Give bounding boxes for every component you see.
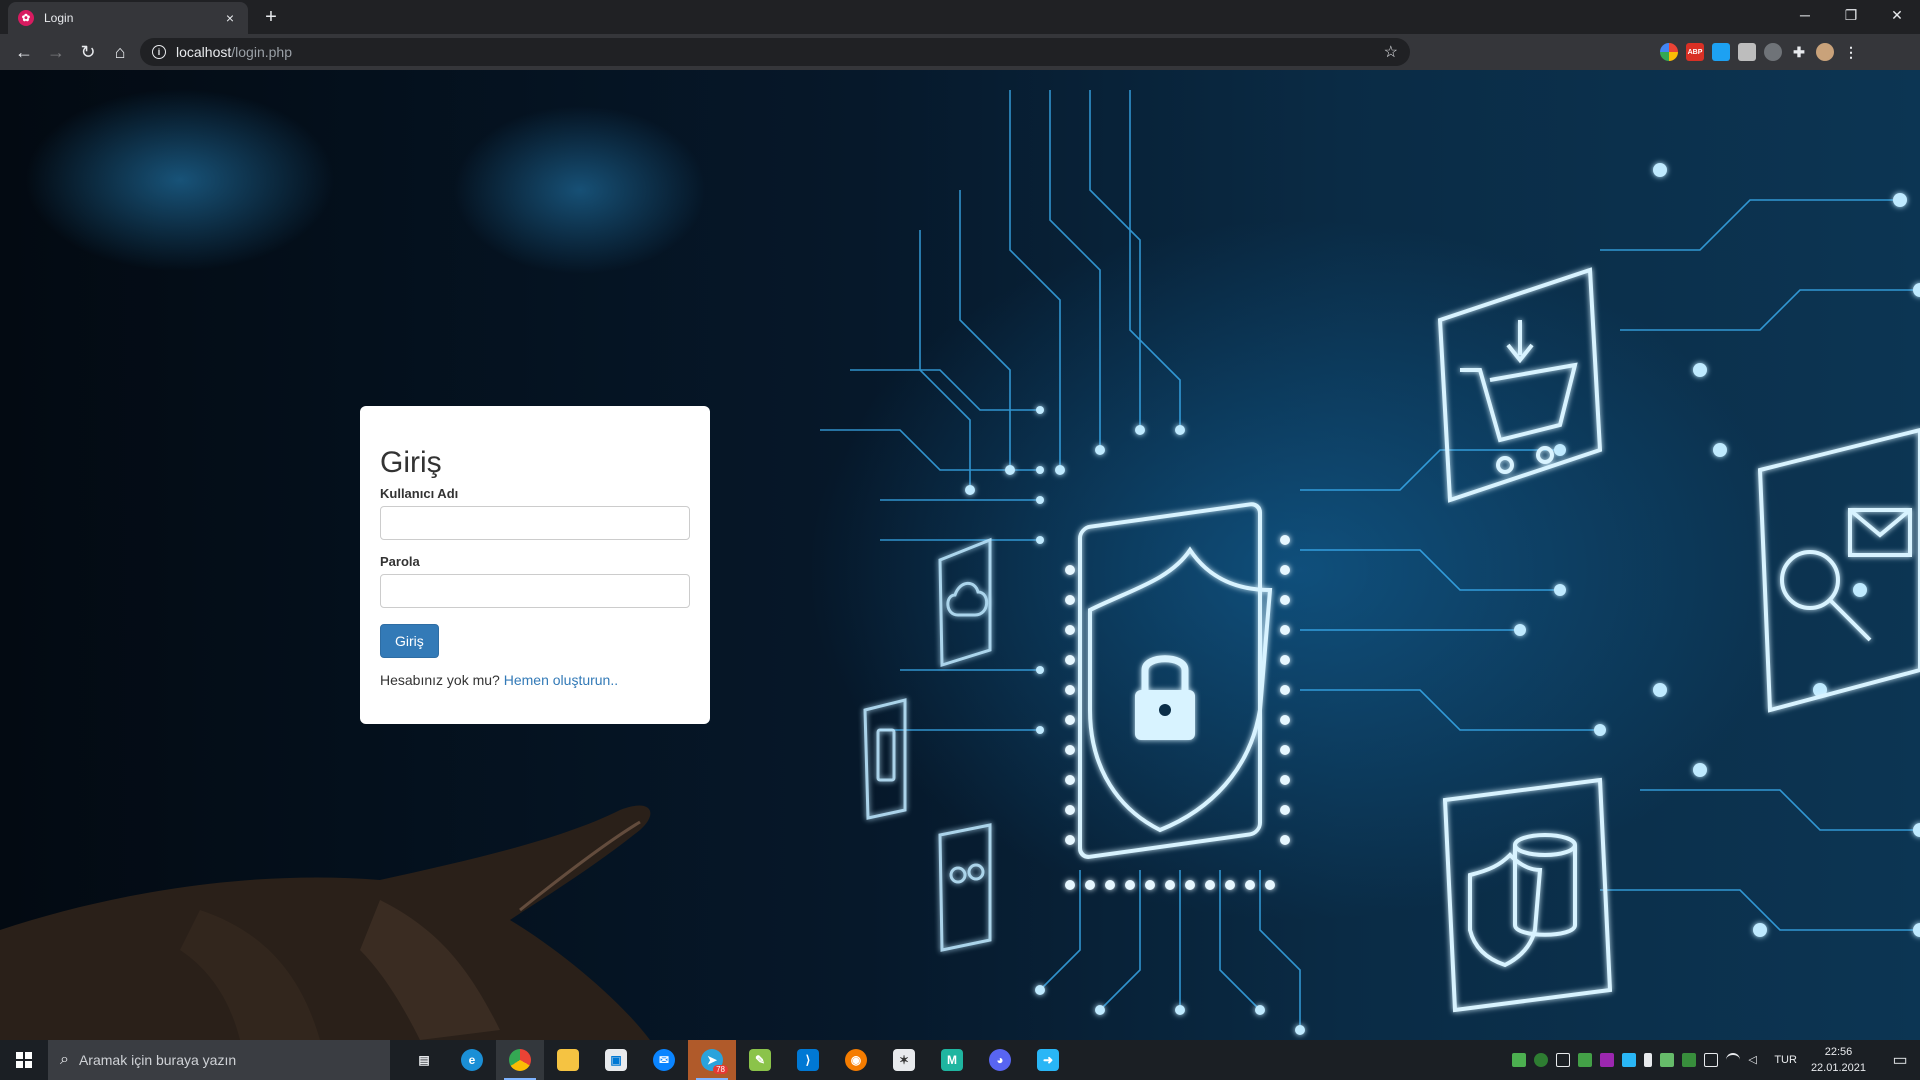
vscode-icon[interactable]: ⟩ xyxy=(784,1040,832,1080)
messenger-app-icon[interactable]: ✉ xyxy=(640,1040,688,1080)
taskbar-search-placeholder: Aramak için buraya yazın xyxy=(78,1052,237,1068)
new-tab-button[interactable]: + xyxy=(260,6,282,29)
puzzle-extensions-icon[interactable]: ✚ xyxy=(1790,43,1808,61)
battery-icon[interactable] xyxy=(1704,1053,1719,1067)
username-input[interactable] xyxy=(380,506,690,540)
profile-avatar[interactable] xyxy=(1816,43,1834,61)
wifi-icon[interactable] xyxy=(1726,1053,1741,1067)
home-icon[interactable]: ⌂ xyxy=(104,38,136,66)
blender-icon[interactable]: ◉ xyxy=(832,1040,880,1080)
security-tray-icon[interactable] xyxy=(1682,1053,1697,1067)
window-controls: ─ ❐ ✕ xyxy=(1782,0,1920,30)
adblock-plus-icon[interactable]: ABP xyxy=(1686,43,1704,61)
cloud-extension-icon[interactable] xyxy=(1764,43,1782,61)
login-panel: Giriş Kullanıcı Adı Parola Giriş Hesabın… xyxy=(360,406,710,724)
chrome-browser-icon[interactable] xyxy=(496,1040,544,1080)
drive-sync-icon[interactable] xyxy=(1512,1053,1527,1067)
forward-arrow-icon[interactable]: → xyxy=(40,38,72,66)
signup-link[interactable]: Hemen oluşturun.. xyxy=(504,672,618,688)
taskbar-apps: ▤ e ▣ ✉ ➤ 78 ✎ ⟩ ◉ ✶ M ◕ ➜ xyxy=(400,1040,1072,1080)
notepad-plus-icon[interactable]: ✎ xyxy=(736,1040,784,1080)
login-title: Giriş xyxy=(380,446,442,479)
status-circle-icon[interactable] xyxy=(1534,1053,1549,1067)
microphone-icon[interactable] xyxy=(1644,1053,1653,1067)
signup-prompt: Hesabınız yok mu? Hemen oluşturun.. xyxy=(380,672,690,688)
windows-taskbar: ⌕ Aramak için buraya yazın ▤ e ▣ ✉ ➤ 78 … xyxy=(0,1040,1920,1080)
browser-tab[interactable]: ✿ Login × xyxy=(8,2,248,34)
browser-titlebar: ✿ Login × + ─ ❐ ✕ xyxy=(0,0,1920,34)
site-info-icon[interactable]: i xyxy=(152,45,166,59)
no-account-text: Hesabınız yok mu? xyxy=(380,672,500,688)
inkscape-app-icon[interactable]: ✶ xyxy=(880,1040,928,1080)
page-extension-icon[interactable] xyxy=(1738,43,1756,61)
extensions-area: ABP ✚ ⋮ xyxy=(1660,38,1860,66)
translate-extension-icon[interactable] xyxy=(1712,43,1730,61)
nvidia-icon[interactable] xyxy=(1578,1053,1593,1067)
password-label: Parola xyxy=(380,554,420,569)
maya-app-icon[interactable]: M xyxy=(928,1040,976,1080)
shield-tray-icon[interactable] xyxy=(1660,1053,1675,1067)
clock-date: 22.01.2021 xyxy=(1810,1062,1866,1074)
reload-icon[interactable]: ↻ xyxy=(72,38,104,66)
remote-app-icon[interactable]: ➜ xyxy=(1024,1040,1072,1080)
cybersecurity-background-image xyxy=(0,90,1920,1040)
password-input[interactable] xyxy=(380,574,690,608)
page-viewport: Giriş Kullanıcı Adı Parola Giriş Hesabın… xyxy=(0,70,1920,1040)
color-extension-icon[interactable] xyxy=(1660,43,1678,61)
tab-close-icon[interactable]: × xyxy=(222,10,238,26)
discord-icon[interactable]: ◕ xyxy=(976,1040,1024,1080)
username-label: Kullanıcı Adı xyxy=(380,486,459,501)
address-bar[interactable]: i localhost/login.php ☆ xyxy=(140,38,1410,66)
menu-kebab-icon[interactable]: ⋮ xyxy=(1842,43,1860,61)
close-window-icon[interactable]: ✕ xyxy=(1874,0,1920,30)
input-language[interactable]: TUR xyxy=(1774,1054,1797,1066)
back-arrow-icon[interactable]: ← xyxy=(8,38,40,66)
edge-browser-icon[interactable]: e xyxy=(448,1040,496,1080)
file-explorer-icon[interactable] xyxy=(544,1040,592,1080)
windows-start-icon[interactable] xyxy=(0,1040,48,1080)
system-tray: ◁ TUR 22:56 22.01.2021 ▭ xyxy=(1512,1040,1920,1080)
browser-toolbar: ← → ↻ ⌂ i localhost/login.php ☆ ABP ✚ ⋮ xyxy=(0,34,1920,70)
remote-tray-icon[interactable] xyxy=(1622,1053,1637,1067)
url-host: localhost xyxy=(176,44,232,60)
tab-title: Login xyxy=(44,11,74,25)
clock-time: 22:56 xyxy=(1824,1046,1853,1058)
system-clock[interactable]: 22:56 22.01.2021 xyxy=(1811,1044,1866,1076)
telegram-badge: 78 xyxy=(713,1065,728,1074)
telegram-app-icon[interactable]: ➤ 78 xyxy=(688,1040,736,1080)
pen-tray-icon[interactable] xyxy=(1600,1053,1615,1067)
microsoft-store-icon[interactable]: ▣ xyxy=(592,1040,640,1080)
mail-icon[interactable] xyxy=(1556,1053,1571,1067)
taskbar-search-box[interactable]: ⌕ Aramak için buraya yazın xyxy=(48,1040,390,1080)
minimize-icon[interactable]: ─ xyxy=(1782,0,1828,30)
login-submit-button[interactable]: Giriş xyxy=(380,624,439,658)
site-favicon-icon: ✿ xyxy=(18,10,34,26)
url-path: /login.php xyxy=(231,44,292,60)
search-icon: ⌕ xyxy=(60,1051,69,1068)
bookmark-star-icon[interactable]: ☆ xyxy=(1384,42,1398,62)
task-view-icon[interactable]: ▤ xyxy=(400,1040,448,1080)
volume-icon[interactable]: ◁ xyxy=(1748,1053,1762,1067)
restore-icon[interactable]: ❐ xyxy=(1828,0,1874,30)
notifications-icon[interactable]: ▭ xyxy=(1880,1040,1920,1080)
tray-icons: ◁ xyxy=(1512,1053,1762,1067)
